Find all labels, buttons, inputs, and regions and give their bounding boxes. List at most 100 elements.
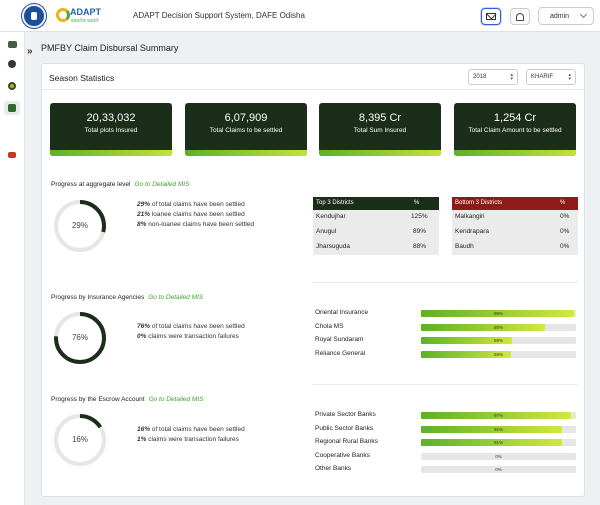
alert-icon: [8, 152, 16, 158]
progress-line: 29% of total claims have been settled: [137, 201, 245, 208]
stat-card: 20,33,032 Total plots Insured: [50, 103, 172, 156]
donut-percent: 29%: [71, 221, 88, 230]
sidebar-item-claims[interactable]: [4, 101, 20, 115]
table-row: Kendujhar 125%: [313, 210, 439, 225]
sidebar-item-report[interactable]: [4, 37, 20, 51]
messages-button[interactable]: [481, 8, 501, 25]
progress-bar-value: 91%: [493, 426, 503, 432]
district-pct: 0%: [560, 243, 570, 250]
detailed-mis-link[interactable]: Go to Detailed MIS: [149, 396, 204, 403]
progress-bar-value: 59%: [493, 338, 503, 343]
stat-card: 6,07,909 Total Claims to be settled: [185, 103, 307, 156]
detailed-mis-link[interactable]: Go to Detailed MIS: [135, 181, 190, 188]
sidebar-item-settings[interactable]: [4, 57, 20, 71]
progress-line: 16% of total claims have been settled: [137, 426, 245, 433]
stat-label: Total Claim Amount to be settled: [468, 127, 562, 134]
section-title-text: Progress by Insurance Agencies: [51, 294, 145, 301]
stat-accent-bar: [319, 150, 441, 156]
stat-value: 8,395 Cr: [358, 112, 402, 124]
stat-label: Total Claims to be settled: [209, 127, 283, 134]
progress-pct: 29%: [137, 201, 151, 208]
progress-pct: 21%: [137, 211, 151, 218]
escrow-donut: 16%: [52, 412, 108, 468]
progress-bar-value: 91%: [493, 440, 503, 445]
bar-label: Reliance General: [315, 349, 366, 357]
chevron-down-icon: [579, 10, 588, 19]
app-title: ADAPT Decision Support System, DAFE Odis…: [133, 11, 305, 20]
district-name: Anugul: [316, 228, 337, 235]
progress-bar-value: 58%: [493, 351, 503, 357]
progress-bar: 99%: [421, 310, 576, 317]
progress-pct: 1%: [137, 436, 147, 443]
table-header: Top 3 Districts%: [313, 197, 439, 210]
bar-label: Regional Rural Banks: [315, 438, 378, 445]
stat-card: 1,254 Cr Total Claim Amount to be settle…: [454, 103, 576, 156]
progress-pct: 76%: [137, 323, 151, 330]
progress-line: 76% of total claims have been settled: [137, 323, 245, 330]
progress-pct: 0%: [137, 333, 147, 340]
sidebar-item-alerts[interactable]: [4, 148, 20, 162]
top-header: ADAPT ପ୍ରଗତିର ପ୍ରଗତି ADAPT Decision Supp…: [0, 0, 600, 32]
escrow-section-title: Progress by the Escrow Account Go to Deta…: [51, 396, 204, 403]
progress-bar-value: 97%: [493, 413, 503, 418]
progress-pct: 16%: [137, 426, 151, 433]
district-pct: 89%: [413, 228, 427, 235]
expand-sidebar-icon[interactable]: »: [27, 46, 33, 57]
stat-card: 8,395 Cr Total Sum Insured: [319, 103, 441, 156]
notifications-button[interactable]: [510, 8, 530, 25]
header-label: Top 3 Districts: [316, 200, 354, 206]
bar-label: Private Sector Banks: [315, 411, 376, 418]
progress-line: 21% loanee claims have been settled: [137, 211, 245, 218]
progress-text: claims were transaction failures: [148, 333, 239, 340]
district-pct: 88%: [413, 243, 427, 250]
mail-icon: [486, 13, 496, 20]
progress-line: 1% claims were transaction failures: [137, 436, 239, 443]
stat-accent-bar: [185, 150, 307, 156]
progress-line: 8% non-loanee claims have been settled: [137, 221, 254, 228]
aggregate-section-title: Progress at aggregate level Go to Detaile…: [51, 181, 189, 188]
odisha-emblem-logo: [22, 4, 46, 28]
user-name: admin: [550, 13, 570, 20]
district-name: Malkangiri: [455, 213, 485, 220]
sidebar-item-globe[interactable]: [4, 79, 20, 93]
progress-pct: 8%: [137, 221, 147, 228]
check-icon: [8, 104, 16, 112]
stat-value: 1,254 Cr: [493, 112, 537, 124]
year-select[interactable]: 2018 ▴ ▾: [468, 69, 518, 85]
progress-bar-value: 80%: [493, 324, 503, 330]
aggregate-donut: 29%: [52, 198, 108, 254]
progress-text: loanee claims have been settled: [151, 211, 245, 218]
district-pct: 0%: [560, 228, 570, 235]
donut-percent: 16%: [71, 435, 88, 444]
adapt-logo: ADAPT ପ୍ରଗତିର ପ୍ରଗତି: [56, 6, 102, 26]
brand-name: ADAPT: [70, 7, 101, 17]
donut-percent: 76%: [71, 333, 88, 342]
sidebar: [0, 32, 25, 505]
progress-bar: 91%: [421, 439, 576, 446]
table-row: Anugul 89%: [313, 225, 439, 240]
progress-text: of total claims have been settled: [151, 323, 245, 330]
progress-bar: 0%: [421, 452, 576, 460]
header-label: Bottom 3 Districts: [455, 200, 503, 206]
bar-label: Oriental Insurance: [315, 309, 369, 316]
page-title: PMFBY Claim Disbursal Summary: [41, 43, 179, 53]
season-select[interactable]: KHARIF ▴ ▾: [526, 69, 576, 85]
card-title: Season Statistics: [49, 73, 115, 83]
progress-bar: 97%: [421, 412, 576, 419]
progress-bar: 80%: [421, 323, 576, 331]
season-statistics-card: Season Statistics 2018 ▴ ▾ KHARIF ▴ ▾ 20,3…: [41, 63, 585, 497]
user-menu[interactable]: admin: [538, 7, 594, 25]
district-pct: 0%: [560, 213, 570, 220]
stat-value: 6,07,909: [224, 112, 268, 124]
district-name: Kendrapara: [455, 228, 489, 235]
divider: [312, 282, 578, 283]
detailed-mis-link[interactable]: Go to Detailed MIS: [148, 294, 203, 301]
bar-label: Chola MS: [315, 322, 344, 330]
brand-subtitle: ପ୍ରଗତିର ପ୍ରଗତି: [71, 18, 100, 23]
progress-bar: 0%: [421, 466, 576, 473]
header-pct: %: [414, 200, 420, 206]
agencies-section-title: Progress by Insurance Agencies Go to Deta…: [51, 294, 203, 301]
year-value: 2018: [473, 74, 487, 80]
progress-text: non-loanee claims have been settled: [148, 221, 255, 228]
district-name: Jharsuguda: [316, 243, 350, 250]
